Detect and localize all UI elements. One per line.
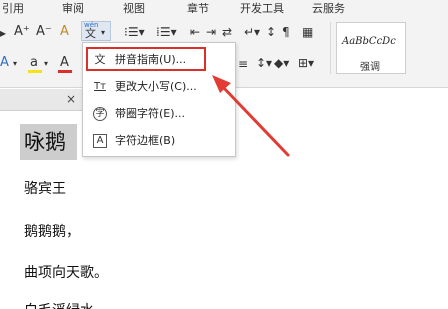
annotation-arrow [212,75,290,157]
